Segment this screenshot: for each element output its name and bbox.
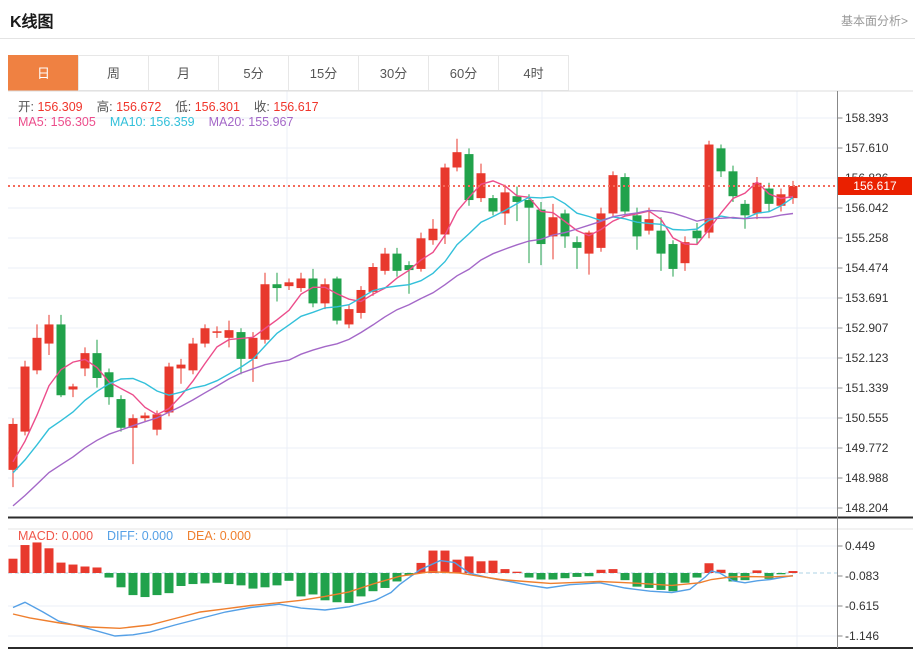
price-axis-label: 152.123 bbox=[845, 350, 911, 366]
readout-item: MA10: 156.359 bbox=[110, 115, 195, 129]
readout-item: MA20: 155.967 bbox=[209, 115, 294, 129]
price-axis-label: 156.042 bbox=[845, 200, 911, 216]
readout-item: DIFF: 0.000 bbox=[107, 529, 173, 543]
readout-item: 高: 156.672 bbox=[97, 100, 162, 114]
macd-axis-label: -0.615 bbox=[845, 598, 911, 614]
readout-item: MACD: 0.000 bbox=[18, 529, 93, 543]
price-axis-label: 148.204 bbox=[845, 500, 911, 516]
price-axis-label: 149.772 bbox=[845, 440, 911, 456]
readout-item: 收: 156.617 bbox=[254, 100, 319, 114]
readout-item: DEA: 0.000 bbox=[187, 529, 251, 543]
current-price-badge: 156.617 bbox=[838, 177, 912, 195]
ohlc-readout: 开: 156.309 高: 156.672 低: 156.301 收: 156.617 bbox=[18, 96, 333, 115]
price-axis-label: 154.474 bbox=[845, 260, 911, 276]
price-axis-label: 151.339 bbox=[845, 380, 911, 396]
macd-axis-label: -1.146 bbox=[845, 628, 911, 644]
price-axis-label: 158.393 bbox=[845, 110, 911, 126]
price-axis-label: 153.691 bbox=[845, 290, 911, 306]
candles-group bbox=[9, 139, 798, 506]
price-axis-label: 155.258 bbox=[845, 230, 911, 246]
price-axis-label: 148.988 bbox=[845, 470, 911, 486]
price-axis-label: 152.907 bbox=[845, 320, 911, 336]
kline-chart-page: K线图 基本面分析> 日周月5分15分30分60分4时 开: 156.309高:… bbox=[0, 0, 915, 651]
diff-line bbox=[13, 561, 793, 636]
readout-item: 低: 156.301 bbox=[175, 100, 240, 114]
macd-axis-label: 0.449 bbox=[845, 538, 911, 554]
price-axis-label: 157.610 bbox=[845, 140, 911, 156]
readout-item: MA5: 156.305 bbox=[18, 115, 96, 129]
price-axis-label: 150.555 bbox=[845, 410, 911, 426]
readout-item: 开: 156.309 bbox=[18, 100, 83, 114]
macd-readout: MACD: 0.000 DIFF: 0.000 DEA: 0.000 bbox=[18, 529, 265, 543]
macd-axis-label: -0.083 bbox=[845, 568, 911, 584]
ma-readout: MA5: 156.305 MA10: 156.359 MA20: 155.967 bbox=[18, 115, 307, 129]
